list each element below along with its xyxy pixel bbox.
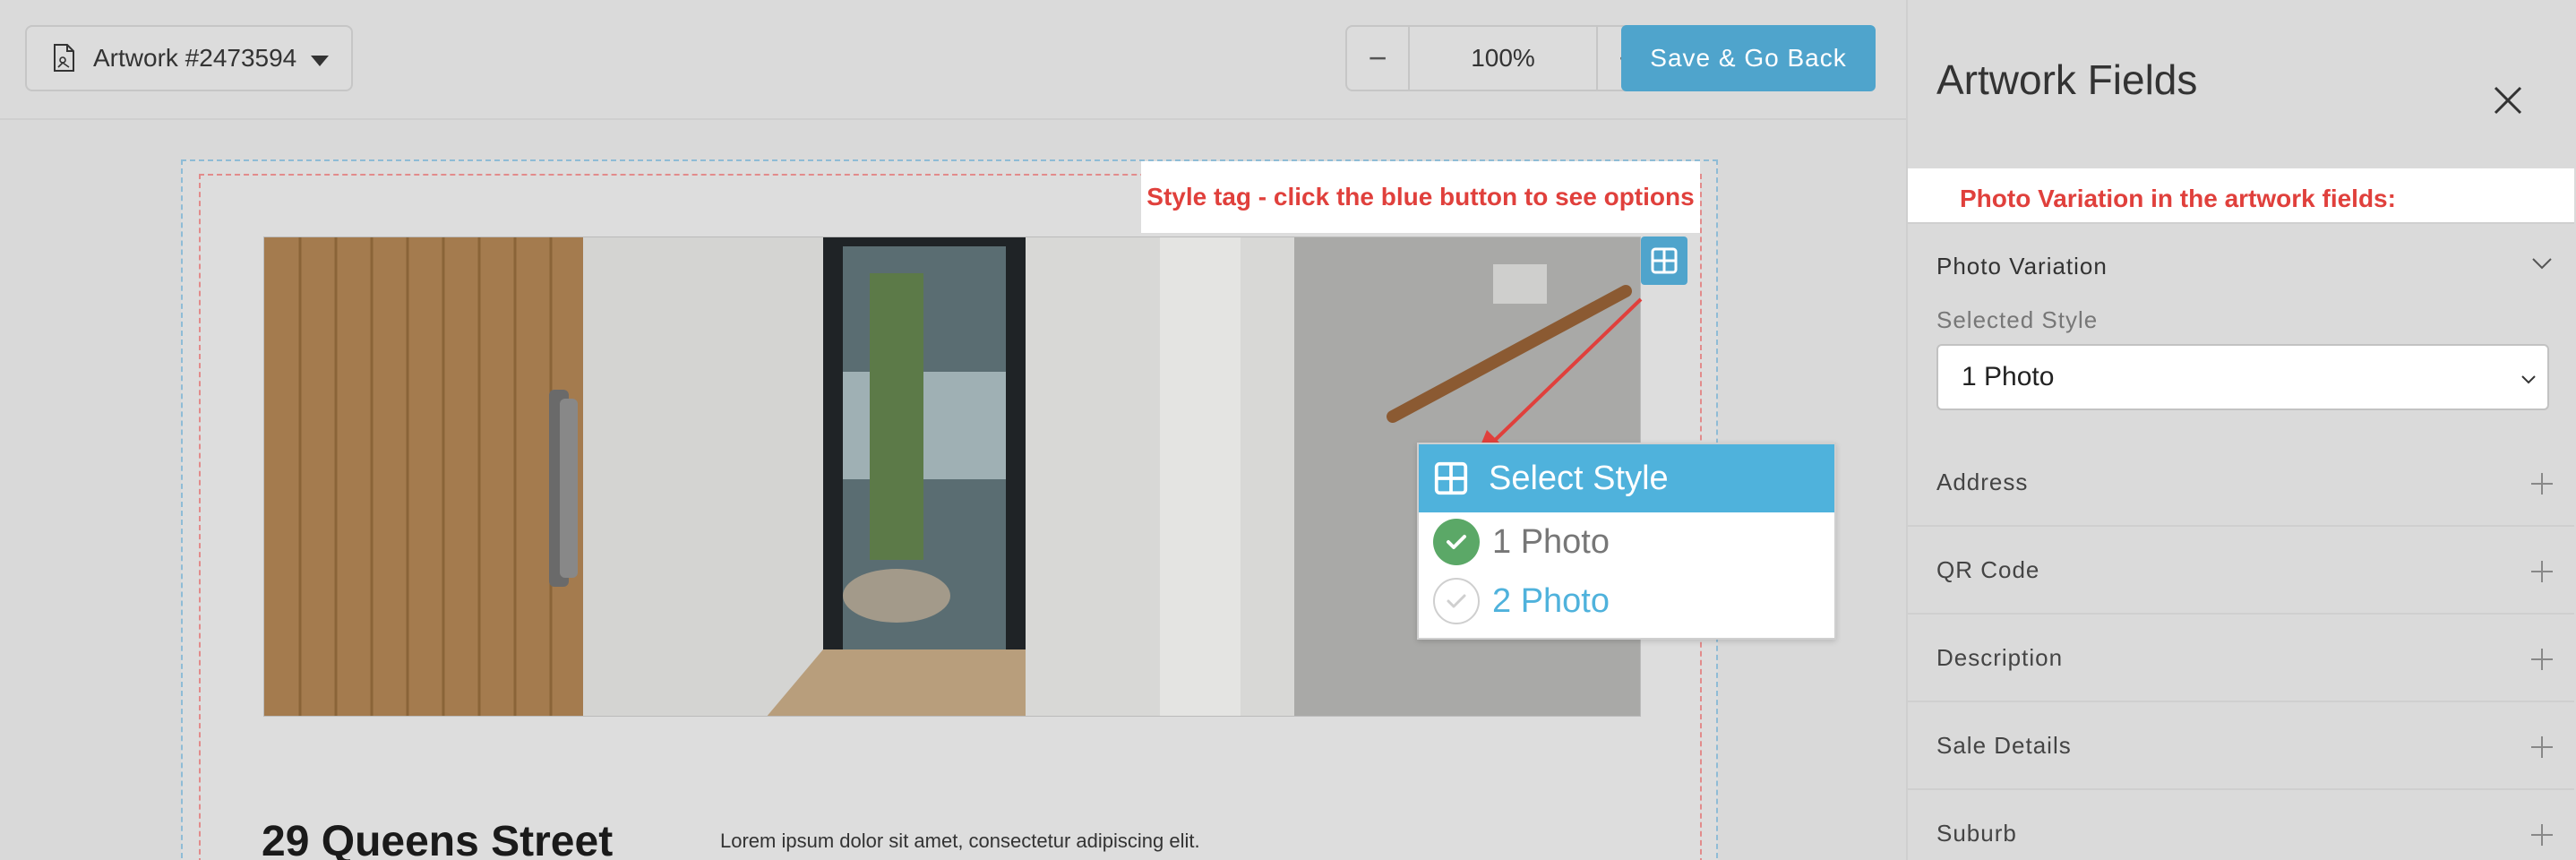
- save-and-go-back-button[interactable]: Save & Go Back: [1621, 25, 1876, 91]
- field-label: Description: [1936, 643, 2064, 671]
- popup-header: Select Style: [1419, 444, 1834, 512]
- annotation-arrow: [1474, 297, 1643, 460]
- style-option-1-photo[interactable]: 1 Photo: [1419, 512, 1834, 572]
- field-address[interactable]: Address: [1908, 439, 2574, 527]
- artwork-fields-panel: Artwork Fields Photo Variation in the ar…: [1906, 0, 2576, 860]
- plus-icon: [2531, 824, 2553, 846]
- style-option-2-photo[interactable]: 2 Photo: [1419, 572, 1834, 631]
- plus-icon: [2531, 473, 2553, 494]
- property-description[interactable]: Lorem ipsum dolor sit amet, consectetur …: [720, 830, 1200, 853]
- editor-toolbar: Artwork #2473594 − 100% + Save & Go Back: [0, 0, 1906, 120]
- zoom-level: 100%: [1471, 44, 1535, 72]
- zoom-out-button[interactable]: −: [1347, 27, 1410, 90]
- plus-icon: [2531, 561, 2553, 582]
- selected-style-select[interactable]: 1 Photo: [1936, 344, 2549, 410]
- artwork-name: Artwork #2473594: [93, 44, 297, 72]
- field-description[interactable]: Description: [1908, 615, 2574, 702]
- style-tag-annotation: Style tag - click the blue button to see…: [1141, 161, 1700, 233]
- check-icon: [1433, 578, 1480, 624]
- field-suburb[interactable]: Suburb: [1908, 790, 2574, 860]
- style-tag-button[interactable]: [1641, 236, 1687, 285]
- style-option-label: 1 Photo: [1492, 522, 1610, 561]
- check-icon: [1433, 519, 1480, 565]
- select-style-popup: Select Style 1 Photo 2 Photo: [1417, 443, 1836, 640]
- property-title[interactable]: 29 Queens Street: [262, 817, 613, 860]
- chevron-down-icon: [2521, 375, 2536, 384]
- panel-annotation: Photo Variation in the artwork fields:: [1960, 185, 2396, 212]
- plus-icon: [2531, 649, 2553, 670]
- selected-style-label: Selected Style: [1936, 306, 2099, 333]
- photo-variation-body: Photo Variation Selected Style 1 Photo: [1908, 222, 2574, 439]
- zoom-control: − 100% +: [1345, 25, 1661, 91]
- field-qr-code[interactable]: QR Code: [1908, 527, 2574, 615]
- field-label: Address: [1936, 468, 2029, 495]
- chevron-down-icon[interactable]: [2529, 251, 2555, 276]
- photo-variation-section: Photo Variation in the artwork fields: P…: [1908, 168, 2574, 439]
- grid-icon: [1434, 461, 1468, 495]
- caret-down-icon: [311, 56, 330, 66]
- selected-style-value: 1 Photo: [1962, 362, 2055, 391]
- section-header-photo-variation[interactable]: Photo Variation: [1936, 253, 2108, 280]
- field-sale-details[interactable]: Sale Details: [1908, 702, 2574, 790]
- popup-title: Select Style: [1489, 459, 1669, 497]
- close-icon[interactable]: [2490, 82, 2526, 118]
- style-option-label: 2 Photo: [1492, 581, 1610, 620]
- field-label: Sale Details: [1936, 731, 2072, 759]
- plus-icon: [2531, 736, 2553, 758]
- panel-title: Artwork Fields: [1936, 56, 2198, 103]
- document-icon: [54, 44, 74, 72]
- field-label: QR Code: [1936, 555, 2040, 583]
- field-label: Suburb: [1936, 819, 2017, 847]
- artwork-selector[interactable]: Artwork #2473594: [25, 25, 353, 91]
- grid-icon: [1651, 247, 1678, 274]
